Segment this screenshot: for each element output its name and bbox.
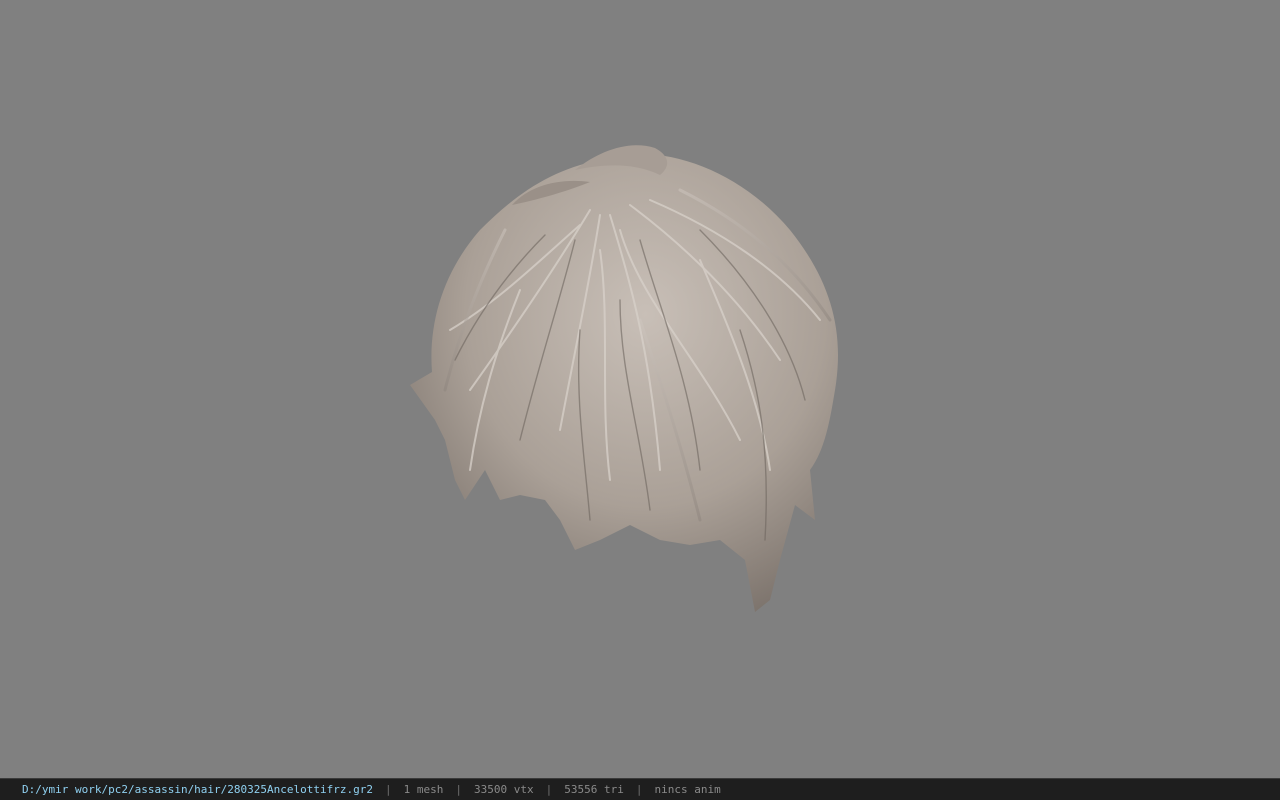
separator: | [455,783,462,796]
vertex-count: 33500 vtx [474,783,534,796]
triangle-count: 53556 tri [564,783,624,796]
separator: | [545,783,553,796]
file-path: D:/ymir work/pc2/assassin/hair/280325Anc… [22,783,373,796]
hair-model [410,145,838,612]
separator: | [385,783,392,796]
mesh-count: 1 mesh [403,783,444,796]
3d-viewport[interactable] [0,0,1280,778]
separator: | [635,783,643,796]
status-bar: D:/ymir work/pc2/assassin/hair/280325Anc… [0,778,1280,800]
animation-status: nincs anim [654,783,721,796]
